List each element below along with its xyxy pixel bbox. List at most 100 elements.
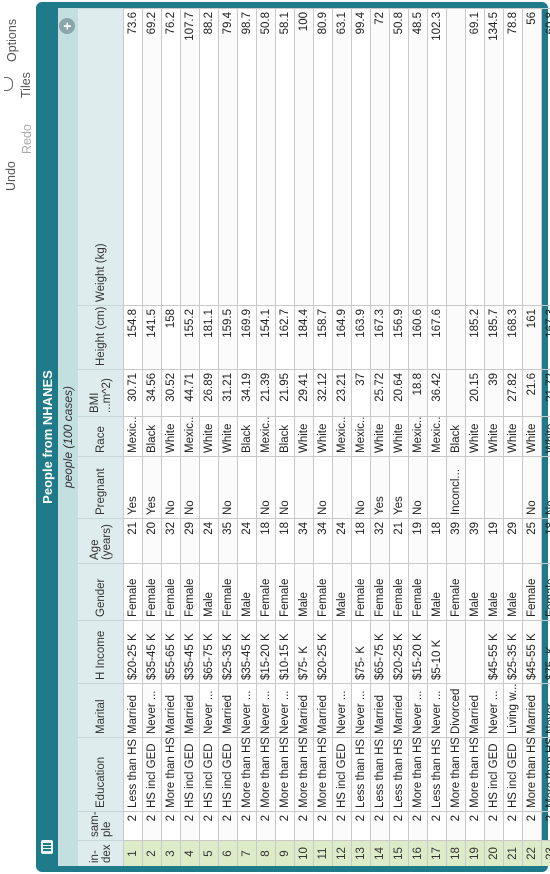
table-cell[interactable]: [447, 8, 465, 305]
table-cell[interactable]: Female: [390, 563, 408, 620]
table-cell[interactable]: Female: [162, 563, 180, 620]
table-cell[interactable]: Mexic...: [409, 416, 427, 456]
row-index[interactable]: 11: [314, 840, 332, 866]
table-cell[interactable]: 78.8: [504, 8, 522, 305]
table-cell[interactable]: Mexic...: [124, 416, 142, 456]
table-cell[interactable]: 20.15: [466, 369, 484, 416]
table-cell[interactable]: $75- K: [352, 620, 370, 683]
table-cell[interactable]: 21: [124, 518, 142, 563]
table-cell[interactable]: 154.1: [257, 305, 275, 369]
table-cell[interactable]: Never ...: [485, 683, 503, 737]
row-index[interactable]: 12: [333, 840, 351, 866]
table-cell[interactable]: [428, 456, 446, 518]
table-cell[interactable]: 185.2: [466, 305, 484, 369]
table-cell[interactable]: [466, 456, 484, 518]
table-cell[interactable]: Yes: [390, 456, 408, 518]
table-cell[interactable]: White: [466, 416, 484, 456]
table-cell[interactable]: 2: [200, 811, 218, 840]
table-cell[interactable]: 32: [162, 518, 180, 563]
table-cell[interactable]: 37: [352, 369, 370, 416]
row-index[interactable]: 17: [428, 840, 446, 866]
table-cell[interactable]: 154.8: [124, 305, 142, 369]
table-cell[interactable]: Male: [200, 563, 218, 620]
table-cell[interactable]: Never ...: [333, 683, 351, 737]
table-cell[interactable]: 18: [542, 518, 550, 563]
table-cell[interactable]: 30.52: [162, 369, 180, 416]
row-index[interactable]: 2: [143, 840, 161, 866]
table-cell[interactable]: Male: [504, 563, 522, 620]
table-cell[interactable]: Female: [371, 563, 389, 620]
row-index[interactable]: 3: [162, 840, 180, 866]
table-cell[interactable]: Never ...: [352, 683, 370, 737]
table-cell[interactable]: Never ...: [428, 683, 446, 737]
table-cell[interactable]: 99.4: [352, 8, 370, 305]
table-cell[interactable]: 21.72: [542, 369, 550, 416]
table-cell[interactable]: 164.9: [333, 305, 351, 369]
table-cell[interactable]: Living w...: [504, 683, 522, 737]
table-cell[interactable]: 2: [466, 811, 484, 840]
column-header[interactable]: H Income: [78, 620, 123, 683]
table-cell[interactable]: 69.1: [466, 8, 484, 305]
table-cell[interactable]: White: [542, 416, 550, 456]
table-cell[interactable]: Married: [181, 683, 199, 737]
table-cell[interactable]: 29: [181, 518, 199, 563]
table-cell[interactable]: 21.6: [523, 369, 541, 416]
options-button[interactable]: Options: [5, 19, 19, 62]
table-cell[interactable]: White: [485, 416, 503, 456]
table-cell[interactable]: $15-20 K: [257, 620, 275, 683]
table-cell[interactable]: 76.2: [162, 8, 180, 305]
table-cell[interactable]: Married: [466, 683, 484, 737]
table-cell[interactable]: White: [371, 416, 389, 456]
table-cell[interactable]: $35-45 K: [181, 620, 199, 683]
row-index[interactable]: 7: [238, 840, 256, 866]
table-cell[interactable]: 30.71: [124, 369, 142, 416]
table-row[interactable]: 14 2 Less than HS Married $65-75 K Female 32 Ye…: [370, 8, 389, 866]
table-cell[interactable]: 107.7: [181, 8, 199, 305]
table-cell[interactable]: 63.1: [333, 8, 351, 305]
table-cell[interactable]: 21: [390, 518, 408, 563]
table-cell[interactable]: 167.3: [371, 305, 389, 369]
table-row[interactable]: 19 2 More than HS Married Male 39 White 20.15 18…: [465, 8, 484, 866]
table-cell[interactable]: [447, 305, 465, 369]
table-cell[interactable]: 100: [295, 8, 313, 305]
table-cell[interactable]: More than HS: [466, 737, 484, 811]
table-cell[interactable]: More than HS: [238, 737, 256, 811]
table-cell[interactable]: Never ...: [143, 683, 161, 737]
table-cell[interactable]: HS incl GED: [200, 737, 218, 811]
table-cell[interactable]: Never ...: [542, 683, 550, 737]
table-cell[interactable]: Male: [485, 563, 503, 620]
table-cell[interactable]: $35-45 K: [143, 620, 161, 683]
table-cell[interactable]: 158.7: [314, 305, 332, 369]
table-cell[interactable]: 2: [181, 811, 199, 840]
table-cell[interactable]: Inconcl...: [447, 456, 465, 518]
table-cell[interactable]: $15-20 K: [409, 620, 427, 683]
table-cell[interactable]: No: [219, 456, 237, 518]
table-row[interactable]: 21 2 HS incl GED Living w... $25-35 K Male 29 W…: [503, 8, 522, 866]
table-cell[interactable]: Black: [238, 416, 256, 456]
table-cell[interactable]: HS incl GED: [504, 737, 522, 811]
table-row[interactable]: 11 2 More than HS Married $20-25 K Female 34 No…: [313, 8, 332, 866]
table-cell[interactable]: $5-10 K: [428, 620, 446, 683]
table-cell[interactable]: 161: [523, 305, 541, 369]
table-cell[interactable]: Yes: [124, 456, 142, 518]
table-cell[interactable]: 36.42: [428, 369, 446, 416]
add-attribute-icon[interactable]: +: [59, 18, 75, 34]
table-cell[interactable]: 185.7: [485, 305, 503, 369]
column-header[interactable]: Pregnant: [78, 456, 123, 518]
table-cell[interactable]: 18: [428, 518, 446, 563]
table-cell[interactable]: 102.3: [428, 8, 446, 305]
table-cell[interactable]: Female: [447, 563, 465, 620]
table-cell[interactable]: 162.7: [276, 305, 294, 369]
table-cell[interactable]: [447, 369, 465, 416]
table-cell[interactable]: 35: [219, 518, 237, 563]
table-cell[interactable]: HS incl GED: [219, 737, 237, 811]
column-header[interactable]: in- dex: [78, 840, 123, 866]
table-cell[interactable]: 18.8: [409, 369, 427, 416]
table-cell[interactable]: HS incl GED: [143, 737, 161, 811]
table-cell[interactable]: 2: [409, 811, 427, 840]
table-cell[interactable]: 2: [504, 811, 522, 840]
table-cell[interactable]: More than HS: [409, 737, 427, 811]
table-cell[interactable]: 72: [371, 8, 389, 305]
table-cell[interactable]: 2: [523, 811, 541, 840]
column-header[interactable]: BMI ...m^2): [78, 369, 123, 416]
